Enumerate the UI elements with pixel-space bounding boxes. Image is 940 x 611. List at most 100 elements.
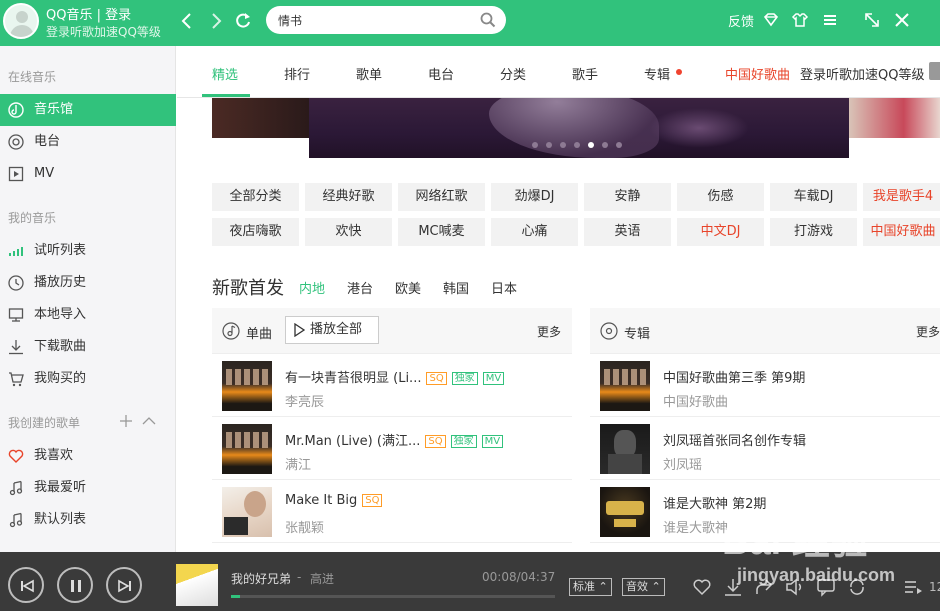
sidebar-item-trial-list[interactable]: 试听列表 — [0, 235, 176, 267]
banner-left[interactable] — [212, 98, 309, 138]
refresh-icon[interactable] — [231, 8, 255, 34]
sidebar-item-history[interactable]: 播放历史 — [0, 267, 176, 299]
quality-button[interactable]: 标准 ⌃ — [569, 578, 612, 596]
shirt-icon[interactable] — [791, 11, 809, 29]
tab-radio[interactable]: 电台 — [428, 64, 454, 83]
tab-login-hint[interactable]: 登录听歌加速QQ等级 — [800, 64, 924, 83]
tab-playlists[interactable]: 歌单 — [356, 64, 382, 83]
diamond-icon[interactable] — [762, 11, 780, 29]
back-icon[interactable] — [175, 8, 199, 34]
song-artist[interactable]: 张靓颖 — [285, 517, 324, 536]
sidebar-item-purchased[interactable]: 我购买的 — [0, 363, 176, 395]
sidebar-item-local-import[interactable]: 本地导入 — [0, 299, 176, 331]
category-tag[interactable]: 打游戏 — [770, 218, 857, 246]
song-title-line[interactable]: Make It Big SQ — [285, 493, 383, 508]
singles-more-link[interactable]: 更多 — [537, 323, 561, 340]
play-all-button[interactable]: 播放全部 — [285, 316, 379, 344]
now-playing-artist[interactable]: 高进 — [310, 570, 334, 587]
banner-dot[interactable] — [546, 142, 552, 148]
banner-dot[interactable] — [602, 142, 608, 148]
like-heart-icon[interactable] — [692, 577, 712, 597]
mv-badge[interactable]: MV — [481, 435, 504, 448]
banner-dot[interactable] — [532, 142, 538, 148]
banner-image[interactable] — [309, 98, 849, 158]
region-japan[interactable]: 日本 — [491, 278, 517, 297]
sidebar-item-downloads[interactable]: 下载歌曲 — [0, 331, 176, 363]
category-tag[interactable]: 车载DJ — [770, 183, 857, 211]
tab-featured[interactable]: 精选 — [212, 64, 238, 83]
category-tag[interactable]: 劲爆DJ — [491, 183, 578, 211]
song-title[interactable]: Mr.Man (Live) (满江... — [285, 434, 420, 449]
album-artist[interactable]: 刘凤瑶 — [663, 454, 702, 473]
category-tag[interactable]: 欢快 — [305, 218, 392, 246]
search-icon[interactable] — [480, 12, 496, 28]
tab-charts[interactable]: 排行 — [284, 64, 310, 83]
collapse-icon[interactable] — [141, 413, 157, 432]
song-artist[interactable]: 李亮辰 — [285, 391, 324, 410]
song-title-line[interactable]: 有一块青苔很明显 (Li... SQ 独家 MV — [285, 367, 505, 386]
category-tag[interactable]: 全部分类 — [212, 183, 299, 211]
tab-singers[interactable]: 歌手 — [572, 64, 598, 83]
song-row[interactable]: Mr.Man (Live) (满江... SQ 独家 MV 满江 — [212, 417, 572, 480]
feedback-link[interactable]: 反馈 — [728, 11, 754, 30]
albums-more-link[interactable]: 更多 — [916, 323, 940, 340]
category-tag[interactable]: 中国好歌曲 — [863, 218, 940, 246]
category-tag[interactable]: 我是歌手4 — [863, 183, 940, 211]
sound-effect-button[interactable]: 音效 ⌃ — [622, 578, 665, 596]
tab-albums[interactable]: 专辑 — [644, 64, 670, 83]
login-hint[interactable]: 登录听歌加速QQ等级 — [46, 23, 161, 40]
banner-dot[interactable] — [574, 142, 580, 148]
region-western[interactable]: 欧美 — [395, 278, 421, 297]
app-login-title[interactable]: QQ音乐 | 登录 — [46, 4, 131, 23]
category-tag[interactable]: 伤感 — [677, 183, 764, 211]
pause-button[interactable] — [57, 567, 93, 603]
category-tag[interactable]: 中文DJ — [677, 218, 764, 246]
close-icon[interactable] — [893, 11, 911, 29]
menu-icon[interactable] — [821, 11, 839, 29]
previous-button[interactable] — [8, 567, 44, 603]
category-tag[interactable]: 英语 — [584, 218, 671, 246]
song-title[interactable]: 有一块青苔很明显 (Li... — [285, 371, 421, 386]
next-button[interactable] — [106, 567, 142, 603]
minimize-icon[interactable] — [863, 11, 881, 29]
album-artist[interactable]: 谁是大歌神 — [663, 517, 728, 536]
album-row[interactable]: 刘凤瑶首张同名创作专辑 刘凤瑶 — [590, 417, 940, 480]
album-artist[interactable]: 中国好歌曲 — [663, 391, 728, 410]
region-hktw[interactable]: 港台 — [347, 278, 373, 297]
now-playing-cover[interactable] — [176, 564, 218, 606]
sidebar-item-music-hall[interactable]: 音乐馆 — [0, 94, 176, 126]
sidebar-item-mv[interactable]: MV — [0, 158, 176, 190]
sidebar-item-favorites[interactable]: 我喜欢 — [0, 440, 176, 472]
category-tag[interactable]: 安静 — [584, 183, 671, 211]
banner-dot[interactable] — [588, 142, 594, 148]
sidebar-item-most-loved[interactable]: 我最爱听 — [0, 472, 176, 504]
mv-badge[interactable]: MV — [482, 372, 505, 385]
song-title-line[interactable]: Mr.Man (Live) (满江... SQ 独家 MV — [285, 430, 504, 449]
banner-right[interactable] — [849, 98, 940, 138]
category-tag[interactable]: 经典好歌 — [305, 183, 392, 211]
tab-categories[interactable]: 分类 — [500, 64, 526, 83]
add-playlist-icon[interactable] — [119, 413, 133, 432]
category-tag[interactable]: 夜店嗨歌 — [212, 218, 299, 246]
category-tag[interactable]: 网络红歌 — [398, 183, 485, 211]
category-tag[interactable]: 心痛 — [491, 218, 578, 246]
sidebar-item-default-list[interactable]: 默认列表 — [0, 504, 176, 536]
album-title[interactable]: 刘凤瑶首张同名创作专辑 — [663, 430, 806, 449]
playlist-icon[interactable] — [903, 577, 923, 597]
sidebar-item-radio[interactable]: 电台 — [0, 126, 176, 158]
album-title[interactable]: 中国好歌曲第三季 第9期 — [663, 367, 805, 386]
banner-dot[interactable] — [616, 142, 622, 148]
song-row[interactable]: Make It Big SQ 张靓颖 — [212, 480, 572, 543]
album-row[interactable]: 中国好歌曲第三季 第9期 中国好歌曲 — [590, 354, 940, 417]
song-row[interactable]: 有一块青苔很明显 (Li... SQ 独家 MV 李亮辰 — [212, 354, 572, 417]
song-artist[interactable]: 满江 — [285, 454, 311, 473]
category-tag[interactable]: MC喊麦 — [398, 218, 485, 246]
avatar[interactable] — [3, 3, 39, 39]
camera-icon[interactable] — [929, 62, 940, 80]
progress-bar[interactable] — [231, 595, 555, 598]
forward-icon[interactable] — [204, 8, 228, 34]
tab-promo[interactable]: 中国好歌曲 — [725, 64, 790, 83]
search-input[interactable] — [278, 11, 468, 29]
now-playing-title[interactable]: 我的好兄弟 — [231, 570, 291, 587]
region-korea[interactable]: 韩国 — [443, 278, 469, 297]
